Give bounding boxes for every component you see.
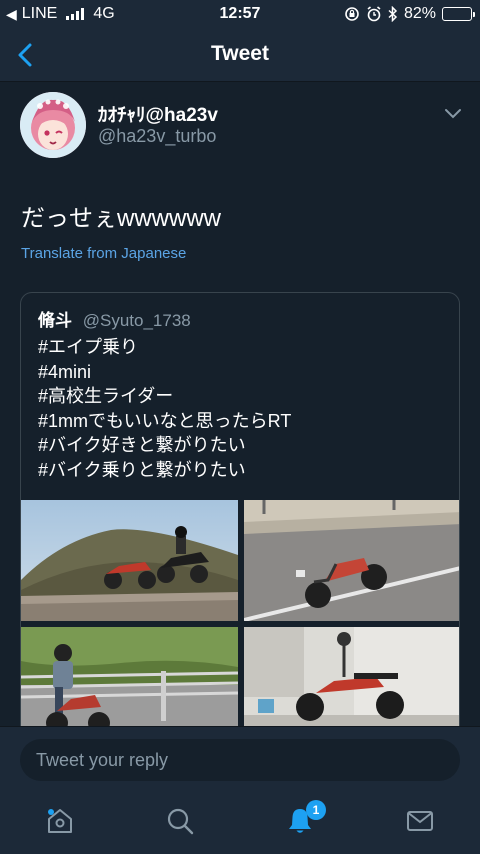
quoted-line[interactable]: #エイプ乗り <box>38 335 291 360</box>
quoted-author-name: 脩斗 <box>38 311 72 330</box>
quoted-text: #エイプ乗り #4mini #高校生ライダー #1mmでもいいなと思ったらRT … <box>38 335 291 482</box>
author-name[interactable]: ｶｵﾁｬﾘ@ha23v <box>98 100 218 127</box>
signal-icon <box>66 8 85 20</box>
tweet-text: だっせぇwwwwww <box>21 205 221 232</box>
photo-motorcycle-hill[interactable] <box>21 500 238 621</box>
quoted-line[interactable]: #1mmでもいいなと思ったらRT <box>38 409 291 434</box>
reply-bar: Tweet your reply <box>0 726 480 790</box>
status-bar: ◀ LINE 4G 12:57 82% <box>0 0 480 28</box>
bluetooth-icon <box>388 6 398 22</box>
quoted-tweet[interactable]: 脩斗 @Syuto_1738 #エイプ乗り #4mini #高校生ライダー #1… <box>20 292 460 742</box>
notification-badge: 1 <box>306 800 326 820</box>
photo-rider-railing[interactable] <box>21 627 238 741</box>
quoted-author-handle: @Syuto_1738 <box>82 311 191 330</box>
home-icon[interactable] <box>45 806 75 836</box>
network-label: 4G <box>93 5 115 22</box>
quoted-line[interactable]: #高校生ライダー <box>38 384 291 409</box>
tab-bar <box>0 790 480 854</box>
messages-icon[interactable] <box>405 806 435 836</box>
back-to-app-icon[interactable]: ◀ <box>6 6 17 23</box>
search-icon[interactable] <box>165 806 195 836</box>
photo-motorcycle-house[interactable] <box>244 627 459 741</box>
photo-motorcycle-road[interactable] <box>244 500 459 621</box>
chevron-down-icon[interactable] <box>444 108 462 120</box>
author-handle[interactable]: @ha23v_turbo <box>98 126 216 147</box>
reply-input[interactable]: Tweet your reply <box>20 739 460 781</box>
quoted-line[interactable]: #バイク好きと繋がりたい <box>38 433 291 458</box>
translate-link[interactable]: Translate from Japanese <box>21 245 186 262</box>
photo-grid <box>21 500 459 741</box>
carrier-label: LINE <box>21 5 58 22</box>
nav-bar: Tweet <box>0 28 480 82</box>
battery-percent: 82% <box>403 5 436 22</box>
avatar[interactable] <box>20 92 86 158</box>
rotation-lock-icon <box>345 7 359 21</box>
battery-icon <box>442 7 475 21</box>
page-title: Tweet <box>211 42 269 65</box>
quoted-line[interactable]: #バイク乗りと繋がりたい <box>38 458 291 483</box>
quoted-line[interactable]: #4mini <box>38 360 291 385</box>
alarm-icon <box>367 6 381 22</box>
